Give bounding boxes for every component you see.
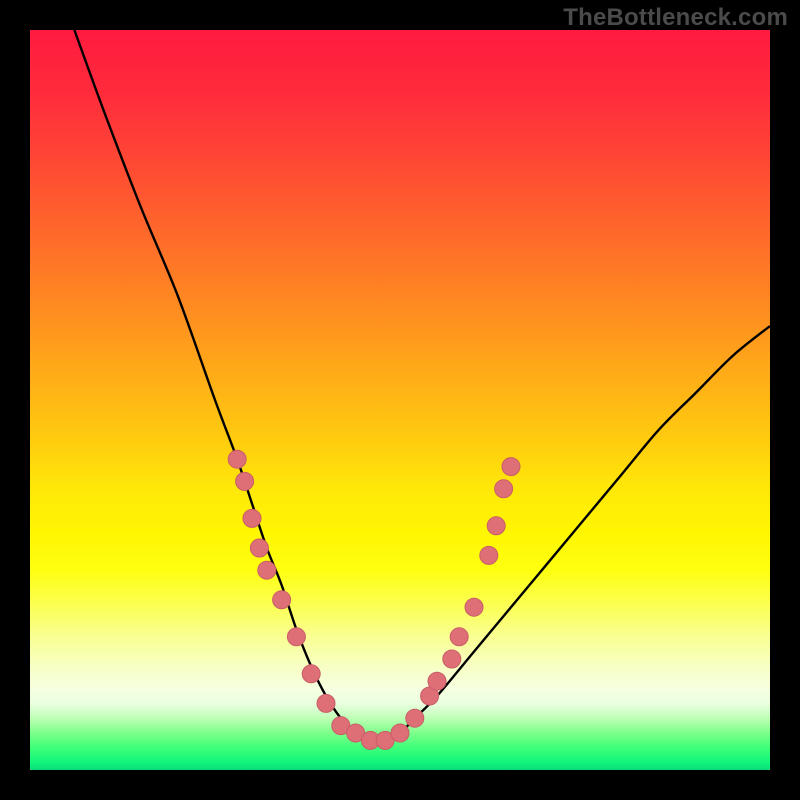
curve-marker: [465, 598, 483, 616]
curve-marker: [302, 665, 320, 683]
curve-marker: [487, 517, 505, 535]
plot-area: [30, 30, 770, 770]
curve-marker: [502, 458, 520, 476]
curve-marker: [250, 539, 268, 557]
curve-markers: [228, 450, 520, 749]
curve-layer: [30, 30, 770, 770]
curve-marker: [480, 546, 498, 564]
curve-marker: [428, 672, 446, 690]
curve-marker: [495, 480, 513, 498]
watermark-label: TheBottleneck.com: [563, 4, 788, 32]
curve-marker: [317, 694, 335, 712]
curve-marker: [236, 472, 254, 490]
curve-marker: [273, 591, 291, 609]
curve-marker: [228, 450, 246, 468]
curve-marker: [258, 561, 276, 579]
curve-marker: [450, 628, 468, 646]
bottleneck-curve: [74, 30, 770, 741]
curve-marker: [406, 709, 424, 727]
curve-marker: [443, 650, 461, 668]
curve-marker: [243, 509, 261, 527]
curve-marker: [391, 724, 409, 742]
chart-frame: TheBottleneck.com: [0, 0, 800, 800]
curve-marker: [287, 628, 305, 646]
